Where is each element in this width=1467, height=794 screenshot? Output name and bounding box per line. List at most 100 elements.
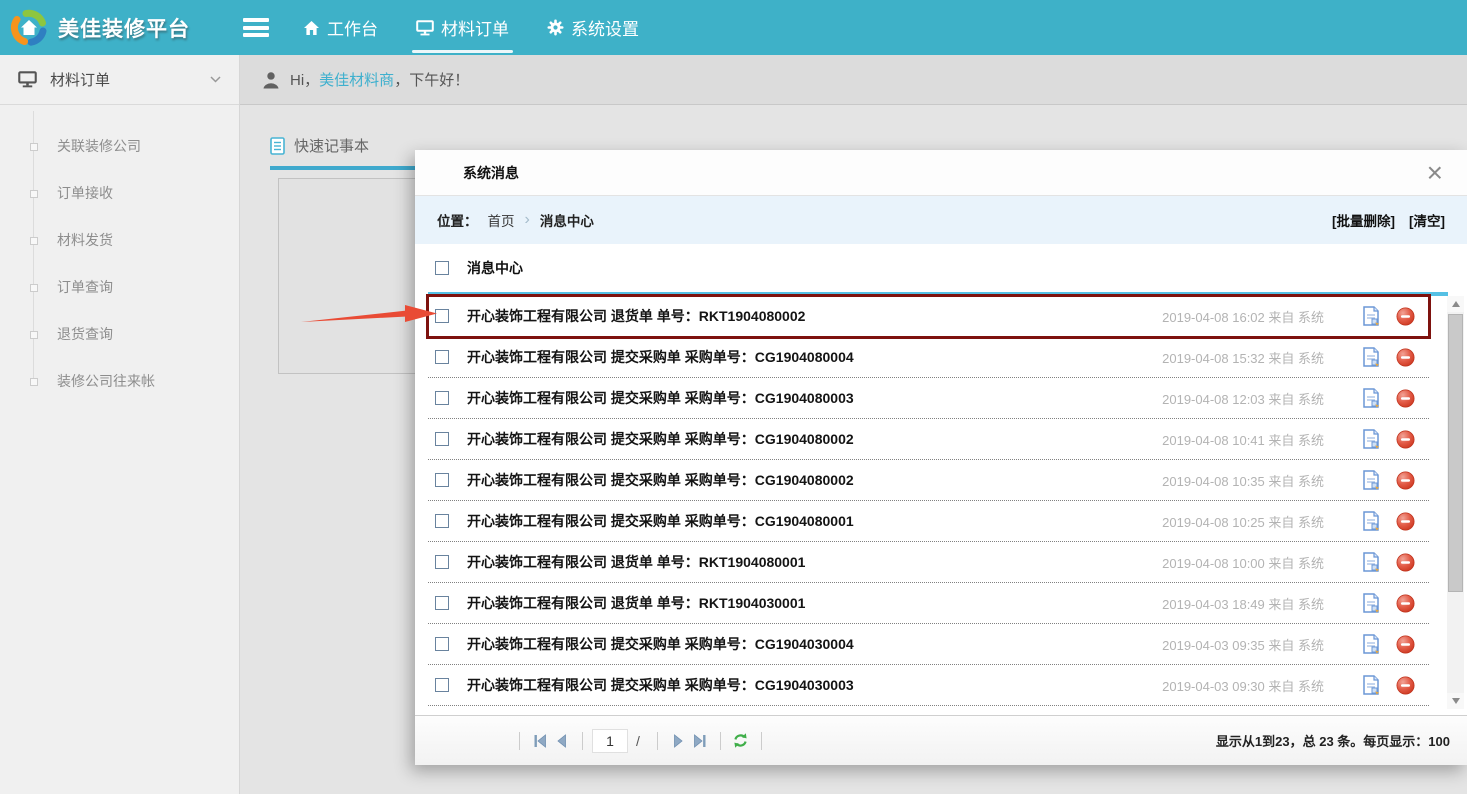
list-header-label: 消息中心	[467, 258, 523, 278]
message-row[interactable]: 开心装饰工程有限公司 提交采购单 采购单号：CG1904030003 2019-…	[428, 665, 1429, 706]
message-checkbox[interactable]	[435, 391, 449, 405]
scroll-up-icon[interactable]	[1447, 296, 1464, 312]
sidebar-item[interactable]: 订单查询	[0, 264, 239, 311]
sidebar-item[interactable]: 装修公司往来帐	[0, 358, 239, 405]
message-row[interactable]: 开心装饰工程有限公司 提交采购单 采购单号：CG1904080001 2019-…	[428, 501, 1429, 542]
message-row[interactable]: 开心装饰工程有限公司 退货单 单号：RKT1904030001 2019-04-…	[428, 583, 1429, 624]
message-checkbox[interactable]	[435, 473, 449, 487]
nav-item-material-orders[interactable]: 材料订单	[416, 0, 509, 55]
message-row[interactable]: 开心装饰工程有限公司 提交采购单 采购单号：CG1904080003 2019-…	[428, 378, 1429, 419]
message-delete-icon[interactable]	[1396, 512, 1415, 531]
message-checkbox[interactable]	[435, 309, 449, 323]
message-detail-icon[interactable]	[1362, 429, 1380, 449]
nav-item-label: 材料订单	[441, 15, 509, 40]
message-row[interactable]: 开心装饰工程有限公司 提交采购单 采购单号：CG1904080004 2019-…	[428, 337, 1429, 378]
pagination-summary: 显示从1到23，总 23 条。每页显示：100	[1216, 731, 1450, 750]
message-checkbox[interactable]	[435, 678, 449, 692]
modal-header: 系统消息 ×	[415, 150, 1467, 196]
scroll-thumb[interactable]	[1448, 314, 1463, 592]
page: 美佳装修平台 工作台 材料订单	[0, 0, 1467, 794]
message-detail-icon[interactable]	[1362, 634, 1380, 654]
message-time: 2019-04-03 09:35 来自 系统	[1162, 635, 1324, 654]
message-delete-icon[interactable]	[1396, 553, 1415, 572]
message-title: 开心装饰工程有限公司 退货单 单号：RKT1904080001	[467, 552, 805, 572]
pagination-first-button[interactable]	[529, 730, 551, 752]
message-time: 2019-04-08 12:03 来自 系统	[1162, 389, 1324, 408]
sidebar-item[interactable]: 关联装修公司	[0, 123, 239, 170]
top-nav: 工作台 材料订单	[303, 0, 639, 55]
pagination-last-button[interactable]	[689, 730, 711, 752]
message-row[interactable]: 开心装饰工程有限公司 提交采购单 采购单号：CG1904080002 2019-…	[428, 460, 1429, 501]
message-checkbox[interactable]	[435, 350, 449, 364]
nav-item-label: 工作台	[327, 15, 378, 40]
pagination: /	[510, 729, 771, 753]
nav-item-system-settings[interactable]: 系统设置	[547, 0, 639, 55]
message-delete-icon[interactable]	[1396, 307, 1415, 326]
message-title: 开心装饰工程有限公司 退货单 单号：RKT1904080002	[467, 306, 805, 326]
message-delete-icon[interactable]	[1396, 594, 1415, 613]
monitor-icon	[416, 20, 434, 36]
sidebar-item[interactable]: 退货查询	[0, 311, 239, 358]
message-detail-icon[interactable]	[1362, 552, 1380, 572]
message-row[interactable]: 开心装饰工程有限公司 退货单 单号：RKT1904080001 2019-04-…	[428, 542, 1429, 583]
message-time: 2019-04-08 15:32 来自 系统	[1162, 348, 1324, 367]
sidebar: 材料订单 关联装修公司 订单接收 材料发货 订单查询 退货查询 装修公司往来帐	[0, 55, 240, 794]
message-time: 2019-04-08 10:41 来自 系统	[1162, 430, 1324, 449]
message-checkbox[interactable]	[435, 514, 449, 528]
chevron-down-icon	[210, 76, 221, 83]
batch-delete-button[interactable]: [批量删除]	[1332, 210, 1395, 230]
message-delete-icon[interactable]	[1396, 348, 1415, 367]
message-title: 开心装饰工程有限公司 提交采购单 采购单号：CG1904080002	[467, 429, 854, 449]
message-delete-icon[interactable]	[1396, 635, 1415, 654]
message-title: 开心装饰工程有限公司 提交采购单 采购单号：CG1904080003	[467, 388, 854, 408]
message-time: 2019-04-03 09:30 来自 系统	[1162, 676, 1324, 695]
message-detail-icon[interactable]	[1362, 470, 1380, 490]
message-detail-icon[interactable]	[1362, 593, 1380, 613]
message-row[interactable]: 开心装饰工程有限公司 退货单 单号：RKT1904080002 2019-04-…	[428, 296, 1429, 337]
nav-item-workbench[interactable]: 工作台	[303, 0, 378, 55]
close-icon[interactable]: ×	[1427, 159, 1443, 187]
message-row[interactable]: 开心装饰工程有限公司 提交采购单 采购单号：CG1904080002 2019-…	[428, 419, 1429, 460]
system-message-modal: 系统消息 × 位置： 首页 › 消息中心 [批量删除] [清空] 消息中心 开心	[415, 150, 1467, 765]
scroll-down-icon[interactable]	[1447, 693, 1464, 709]
message-delete-icon[interactable]	[1396, 676, 1415, 695]
message-checkbox[interactable]	[435, 432, 449, 446]
refresh-icon[interactable]	[730, 730, 752, 752]
vertical-scrollbar[interactable]	[1447, 296, 1464, 709]
message-detail-icon[interactable]	[1362, 675, 1380, 695]
message-detail-icon[interactable]	[1362, 388, 1380, 408]
sidebar-item[interactable]: 材料发货	[0, 217, 239, 264]
message-detail-icon[interactable]	[1362, 306, 1380, 326]
message-row[interactable]: 开心装饰工程有限公司 提交采购单 采购单号：CG1904030004 2019-…	[428, 624, 1429, 665]
message-delete-icon[interactable]	[1396, 430, 1415, 449]
message-detail-icon[interactable]	[1362, 347, 1380, 367]
page-input[interactable]	[592, 729, 628, 753]
sidebar-item-label: 材料发货	[57, 232, 113, 248]
pagination-prev-button[interactable]	[551, 730, 573, 752]
select-all-checkbox[interactable]	[435, 261, 449, 275]
modal-title: 系统消息	[463, 163, 1427, 183]
greeting-username[interactable]: 美佳材料商	[319, 72, 394, 89]
breadcrumb-home[interactable]: 首页	[488, 210, 515, 230]
message-checkbox[interactable]	[435, 596, 449, 610]
breadcrumb-arrow-icon: ›	[525, 212, 530, 228]
message-delete-icon[interactable]	[1396, 389, 1415, 408]
hamburger-menu-icon[interactable]	[243, 18, 269, 37]
breadcrumb-label: 位置：	[437, 210, 478, 230]
message-title: 开心装饰工程有限公司 提交采购单 采购单号：CG1904030003	[467, 675, 854, 695]
sidebar-item-label: 订单查询	[57, 279, 113, 295]
message-detail-icon[interactable]	[1362, 511, 1380, 531]
message-title: 开心装饰工程有限公司 提交采购单 采购单号：CG1904030004	[467, 634, 854, 654]
sidebar-header-material-orders[interactable]: 材料订单	[0, 55, 239, 105]
sidebar-item-label: 订单接收	[57, 185, 113, 201]
sidebar-item[interactable]: 订单接收	[0, 170, 239, 217]
message-list-wrap: 消息中心 开心装饰工程有限公司 退货单 单号：RKT1904080002 201…	[415, 244, 1467, 715]
message-delete-icon[interactable]	[1396, 471, 1415, 490]
clear-button[interactable]: [清空]	[1409, 210, 1445, 230]
message-checkbox[interactable]	[435, 555, 449, 569]
sidebar-header-label: 材料订单	[50, 69, 110, 90]
message-title: 开心装饰工程有限公司 提交采购单 采购单号：CG1904080001	[467, 511, 854, 531]
brand-logo-icon	[10, 9, 48, 47]
pagination-next-button[interactable]	[667, 730, 689, 752]
message-checkbox[interactable]	[435, 637, 449, 651]
